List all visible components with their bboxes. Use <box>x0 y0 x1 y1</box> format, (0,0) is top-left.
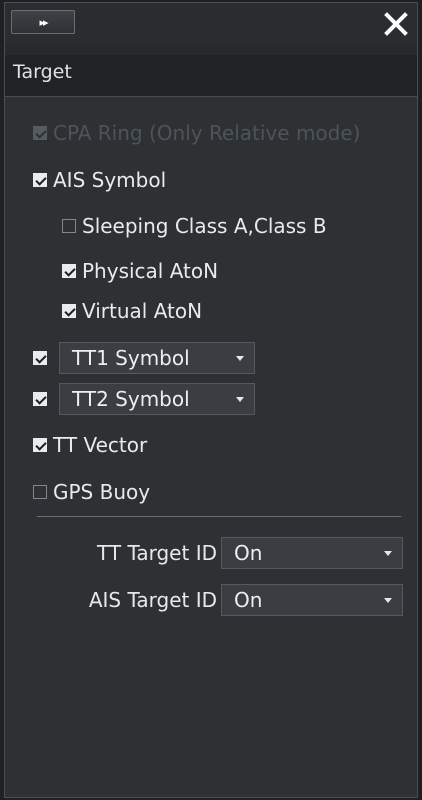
tt1-symbol-option: TT1 Symbol <box>33 342 255 374</box>
gps-buoy-label: GPS Buoy <box>53 480 151 504</box>
cpa-ring-label: CPA Ring (Only Relative mode) <box>53 121 361 145</box>
chevron-down-icon <box>384 597 392 603</box>
gps-buoy-option[interactable]: GPS Buoy <box>33 477 150 507</box>
section-header: Target <box>5 55 417 97</box>
chevron-down-icon <box>236 355 244 361</box>
tt2-symbol-dropdown[interactable]: TT2 Symbol <box>59 383 255 415</box>
collapse-button[interactable]: ▸▸ <box>11 10 75 34</box>
title-bar: ▸▸ <box>5 3 417 45</box>
tt1-symbol-label: TT1 Symbol <box>72 346 190 370</box>
virtual-aton-checkbox[interactable] <box>62 304 76 318</box>
tt1-symbol-checkbox[interactable] <box>33 351 47 365</box>
chevron-down-icon <box>236 396 244 402</box>
chevron-down-icon <box>384 550 392 556</box>
ais-symbol-option[interactable]: AIS Symbol <box>33 165 166 195</box>
tt-target-id-row: TT Target ID On <box>13 537 403 569</box>
physical-aton-label: Physical AtoN <box>82 259 219 283</box>
ais-target-id-row: AIS Target ID On <box>13 584 403 616</box>
gps-buoy-checkbox[interactable] <box>33 485 47 499</box>
sleeping-checkbox[interactable] <box>62 219 76 233</box>
tt-target-id-value: On <box>234 541 263 565</box>
tt-target-id-select[interactable]: On <box>221 537 403 569</box>
sleeping-option[interactable]: Sleeping Class A,Class B <box>62 211 327 241</box>
close-icon <box>384 12 408 36</box>
cpa-ring-checkbox <box>33 126 47 140</box>
double-chevron-icon: ▸▸ <box>39 15 48 29</box>
physical-aton-checkbox[interactable] <box>62 264 76 278</box>
virtual-aton-option[interactable]: Virtual AtoN <box>62 296 202 326</box>
ais-target-id-label: AIS Target ID <box>88 588 217 612</box>
tt2-symbol-checkbox[interactable] <box>33 392 47 406</box>
section-title: Target <box>13 61 72 83</box>
ais-target-id-value: On <box>234 588 263 612</box>
close-button[interactable] <box>379 7 413 41</box>
tt1-symbol-dropdown[interactable]: TT1 Symbol <box>59 342 255 374</box>
tt2-symbol-label: TT2 Symbol <box>72 387 190 411</box>
divider <box>37 516 401 517</box>
ais-target-id-select[interactable]: On <box>221 584 403 616</box>
target-panel: ▸▸ Target CPA Ring (Only Relative mode) … <box>4 2 418 798</box>
tt-vector-label: TT Vector <box>53 433 148 457</box>
sleeping-label: Sleeping Class A,Class B <box>82 214 327 238</box>
tt2-symbol-option: TT2 Symbol <box>33 383 255 415</box>
tt-vector-checkbox[interactable] <box>33 438 47 452</box>
physical-aton-option[interactable]: Physical AtoN <box>62 256 218 286</box>
ais-symbol-checkbox[interactable] <box>33 173 47 187</box>
virtual-aton-label: Virtual AtoN <box>82 299 203 323</box>
tt-vector-option[interactable]: TT Vector <box>33 430 147 460</box>
tt-target-id-label: TT Target ID <box>97 541 217 565</box>
ais-symbol-label: AIS Symbol <box>53 168 167 192</box>
cpa-ring-option: CPA Ring (Only Relative mode) <box>33 118 360 148</box>
